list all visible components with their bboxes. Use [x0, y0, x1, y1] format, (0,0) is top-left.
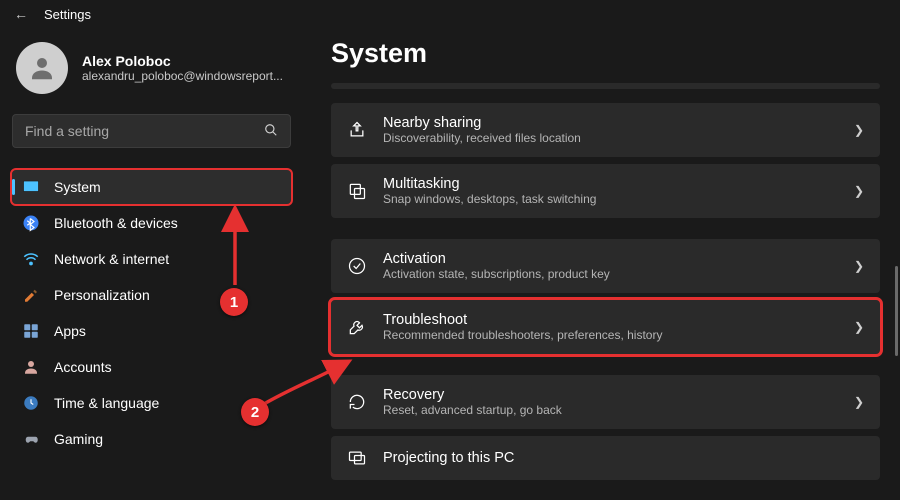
apps-icon — [22, 322, 40, 340]
chevron-right-icon: ❯ — [854, 184, 864, 198]
chevron-right-icon: ❯ — [854, 123, 864, 137]
sidebar-item-label: Apps — [54, 323, 86, 339]
sidebar: Alex Poloboc alexandru_poloboc@windowsre… — [0, 28, 303, 500]
sidebar-item-label: Gaming — [54, 431, 103, 447]
card-text: Nearby sharing Discoverability, received… — [383, 115, 838, 145]
multitask-icon — [347, 181, 367, 201]
bluetooth-icon — [22, 214, 40, 232]
card-multitasking[interactable]: Multitasking Snap windows, desktops, tas… — [331, 164, 880, 218]
search-icon — [264, 123, 278, 140]
body: Alex Poloboc alexandru_poloboc@windowsre… — [0, 28, 900, 500]
card-text: Multitasking Snap windows, desktops, tas… — [383, 176, 838, 206]
system-icon — [22, 178, 40, 196]
page-title: System — [331, 38, 880, 69]
sidebar-item-label: Bluetooth & devices — [54, 215, 178, 231]
sidebar-item-label: Personalization — [54, 287, 150, 303]
card-title: Troubleshoot — [383, 312, 838, 328]
nav-list: System Bluetooth & devices Network & int… — [12, 170, 291, 456]
sidebar-item-personalization[interactable]: Personalization — [12, 278, 291, 312]
project-icon — [347, 448, 367, 468]
sidebar-item-label: System — [54, 179, 101, 195]
profile-name: Alex Poloboc — [82, 53, 283, 69]
card-title: Nearby sharing — [383, 115, 838, 131]
sidebar-item-system[interactable]: System — [12, 170, 291, 204]
person-icon — [27, 53, 57, 83]
sidebar-item-bluetooth[interactable]: Bluetooth & devices — [12, 206, 291, 240]
card-projecting[interactable]: Projecting to this PC — [331, 436, 880, 480]
card-text: Recovery Reset, advanced startup, go bac… — [383, 387, 838, 417]
sidebar-item-apps[interactable]: Apps — [12, 314, 291, 348]
gaming-icon — [22, 430, 40, 448]
sidebar-item-time-language[interactable]: Time & language — [12, 386, 291, 420]
card-title: Multitasking — [383, 176, 838, 192]
card-subtitle: Snap windows, desktops, task switching — [383, 192, 838, 206]
check-icon — [347, 256, 367, 276]
sidebar-item-network[interactable]: Network & internet — [12, 242, 291, 276]
sidebar-item-gaming[interactable]: Gaming — [12, 422, 291, 456]
chevron-right-icon: ❯ — [854, 320, 864, 334]
card-text: Troubleshoot Recommended troubleshooters… — [383, 312, 838, 342]
card-recovery[interactable]: Recovery Reset, advanced startup, go bac… — [331, 375, 880, 429]
brush-icon — [22, 286, 40, 304]
card-title: Projecting to this PC — [383, 450, 864, 466]
chevron-right-icon: ❯ — [854, 395, 864, 409]
card-subtitle: Reset, advanced startup, go back — [383, 403, 838, 417]
card-title: Activation — [383, 251, 838, 267]
sidebar-item-label: Time & language — [54, 395, 159, 411]
card-title: Recovery — [383, 387, 838, 403]
card-list: Nearby sharing Discoverability, received… — [331, 103, 880, 480]
partial-card-above — [331, 83, 880, 89]
sidebar-item-accounts[interactable]: Accounts — [12, 350, 291, 384]
card-nearby-sharing[interactable]: Nearby sharing Discoverability, received… — [331, 103, 880, 157]
sidebar-item-label: Accounts — [54, 359, 112, 375]
recovery-icon — [347, 392, 367, 412]
card-activation[interactable]: Activation Activation state, subscriptio… — [331, 239, 880, 293]
wifi-icon — [22, 250, 40, 268]
accounts-icon — [22, 358, 40, 376]
profile-text: Alex Poloboc alexandru_poloboc@windowsre… — [82, 53, 283, 83]
profile-email: alexandru_poloboc@windowsreport... — [82, 69, 283, 83]
card-subtitle: Activation state, subscriptions, product… — [383, 267, 838, 281]
main-content: System Nearby sharing Discoverability, r… — [303, 28, 900, 500]
card-subtitle: Recommended troubleshooters, preferences… — [383, 328, 838, 342]
avatar — [16, 42, 68, 94]
card-text: Projecting to this PC — [383, 450, 864, 466]
search-input[interactable] — [25, 123, 264, 139]
profile-block[interactable]: Alex Poloboc alexandru_poloboc@windowsre… — [12, 38, 291, 110]
card-troubleshoot[interactable]: Troubleshoot Recommended troubleshooters… — [331, 300, 880, 354]
wrench-icon — [347, 317, 367, 337]
share-icon — [347, 120, 367, 140]
header-title: Settings — [44, 7, 91, 22]
card-subtitle: Discoverability, received files location — [383, 131, 838, 145]
time-icon — [22, 394, 40, 412]
chevron-right-icon: ❯ — [854, 259, 864, 273]
card-text: Activation Activation state, subscriptio… — [383, 251, 838, 281]
sidebar-item-label: Network & internet — [54, 251, 169, 267]
back-icon[interactable]: ← — [14, 6, 28, 22]
app-header: ← Settings — [0, 0, 900, 28]
search-box[interactable] — [12, 114, 291, 148]
scrollbar[interactable] — [895, 266, 898, 356]
